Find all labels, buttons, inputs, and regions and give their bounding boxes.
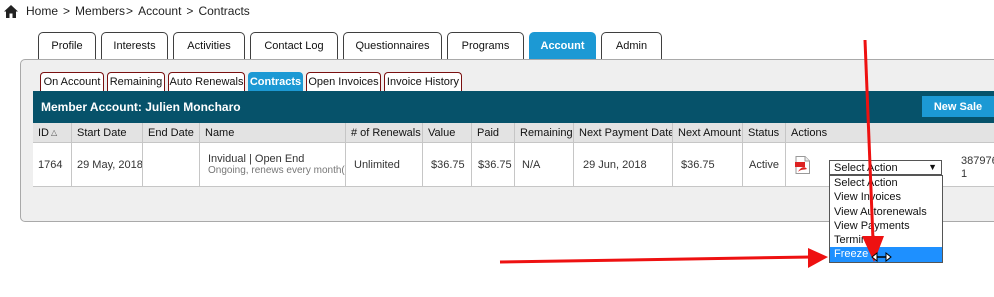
option-view-payments[interactable]: View Payments (830, 219, 942, 233)
action-select-value: Select Action (834, 161, 898, 174)
cell-next-payment-date: 29 Jun, 2018 (574, 143, 673, 186)
cell-remaining: N/A (515, 143, 574, 186)
subtab-auto-renewals[interactable]: Auto Renewals (168, 72, 245, 91)
pdf-icon[interactable] (795, 155, 810, 174)
annotation-arrow-right (499, 248, 828, 268)
column-header-name[interactable]: Name (200, 123, 346, 142)
member-account-header: Member Account: Julien Moncharo New Sale (33, 91, 994, 123)
breadcrumb-separator: > (63, 4, 71, 18)
column-header-next-payment-date[interactable]: Next Payment Date (574, 123, 673, 142)
cell-value: $36.75 (423, 143, 472, 186)
option-terminate[interactable]: Terminate (830, 233, 942, 247)
option-view-invoices[interactable]: View Invoices (830, 190, 942, 204)
tab-account[interactable]: Account (529, 32, 596, 59)
tab-profile[interactable]: Profile (38, 32, 96, 59)
action-dropdown-list: Select Action View Invoices View Autoren… (829, 175, 943, 263)
row-extra-line-2: 1 (961, 168, 968, 180)
tab-admin[interactable]: Admin (601, 32, 662, 59)
column-header-actions: Actions (791, 126, 828, 139)
cell-status: Active (743, 143, 786, 186)
column-header-paid[interactable]: Paid (472, 123, 515, 142)
subtab-on-account[interactable]: On Account (40, 72, 104, 91)
row-extra-info: 387976 1 (961, 155, 994, 181)
column-header-end-date[interactable]: End Date (143, 123, 200, 142)
breadcrumb-separator: > (186, 4, 194, 18)
action-select[interactable]: Select Action ▼ (829, 160, 942, 175)
tab-questionnaires[interactable]: Questionnaires (343, 32, 442, 59)
column-header-status[interactable]: Status (743, 123, 786, 142)
breadcrumb-account[interactable]: Account (138, 4, 181, 18)
column-header-renewals[interactable]: # of Renewals (346, 123, 423, 142)
cell-paid: $36.75 (472, 143, 515, 186)
cell-end-date (143, 143, 200, 186)
subtab-open-invoices[interactable]: Open Invoices (306, 72, 381, 91)
breadcrumb-separator: > (126, 4, 134, 18)
column-header-id[interactable]: ID △ (33, 123, 72, 142)
cell-next-amount: $36.75 (673, 143, 743, 186)
column-header-label: ID (38, 126, 49, 139)
tab-programs[interactable]: Programs (447, 32, 524, 59)
contract-renewal-note: Ongoing, renews every month(s) (208, 165, 346, 176)
chevron-down-icon[interactable]: ▼ (928, 162, 937, 172)
row-extra-line-1: 387976 (961, 155, 994, 167)
cell-renewals: Unlimited (346, 143, 423, 186)
breadcrumb: Home > Members > Account > Contracts (4, 3, 250, 19)
option-freeze[interactable]: Freeze (830, 247, 942, 262)
cell-id: 1764 (33, 143, 72, 186)
option-view-autorenewals[interactable]: View Autorenewals (830, 205, 942, 219)
account-subtab-bar: On Account Remaining Auto Renewals Contr… (40, 72, 465, 91)
table-header-row: ID △ Start Date End Date Name # of Renewa… (33, 123, 994, 143)
subtab-invoice-history[interactable]: Invoice History (384, 72, 462, 91)
subtab-contracts[interactable]: Contracts (248, 72, 303, 91)
contract-name: Invidual | Open End (208, 153, 305, 165)
cell-start-date: 29 May, 2018 (72, 143, 143, 186)
cell-name: Invidual | Open End Ongoing, renews ever… (200, 143, 346, 186)
column-header-next-amount[interactable]: Next Amount (673, 123, 743, 142)
tab-activities[interactable]: Activities (173, 32, 245, 59)
breadcrumb-home[interactable]: Home (26, 4, 58, 18)
sort-triangle-icon[interactable]: △ (51, 128, 57, 137)
subtab-remaining[interactable]: Remaining (107, 72, 165, 91)
main-tab-bar: Profile Interests Activities Contact Log… (38, 32, 667, 59)
new-sale-button[interactable]: New Sale (922, 96, 994, 117)
tab-contact-log[interactable]: Contact Log (250, 32, 338, 59)
column-header-start-date[interactable]: Start Date (72, 123, 143, 142)
option-select-action[interactable]: Select Action (830, 176, 942, 190)
column-header-value[interactable]: Value (423, 123, 472, 142)
member-account-title: Member Account: Julien Moncharo (41, 100, 241, 114)
home-icon[interactable] (4, 4, 18, 18)
breadcrumb-members[interactable]: Members (75, 4, 125, 18)
column-header-remaining[interactable]: Remaining (515, 123, 574, 142)
breadcrumb-contracts: Contracts (198, 4, 250, 18)
tab-interests[interactable]: Interests (101, 32, 168, 59)
